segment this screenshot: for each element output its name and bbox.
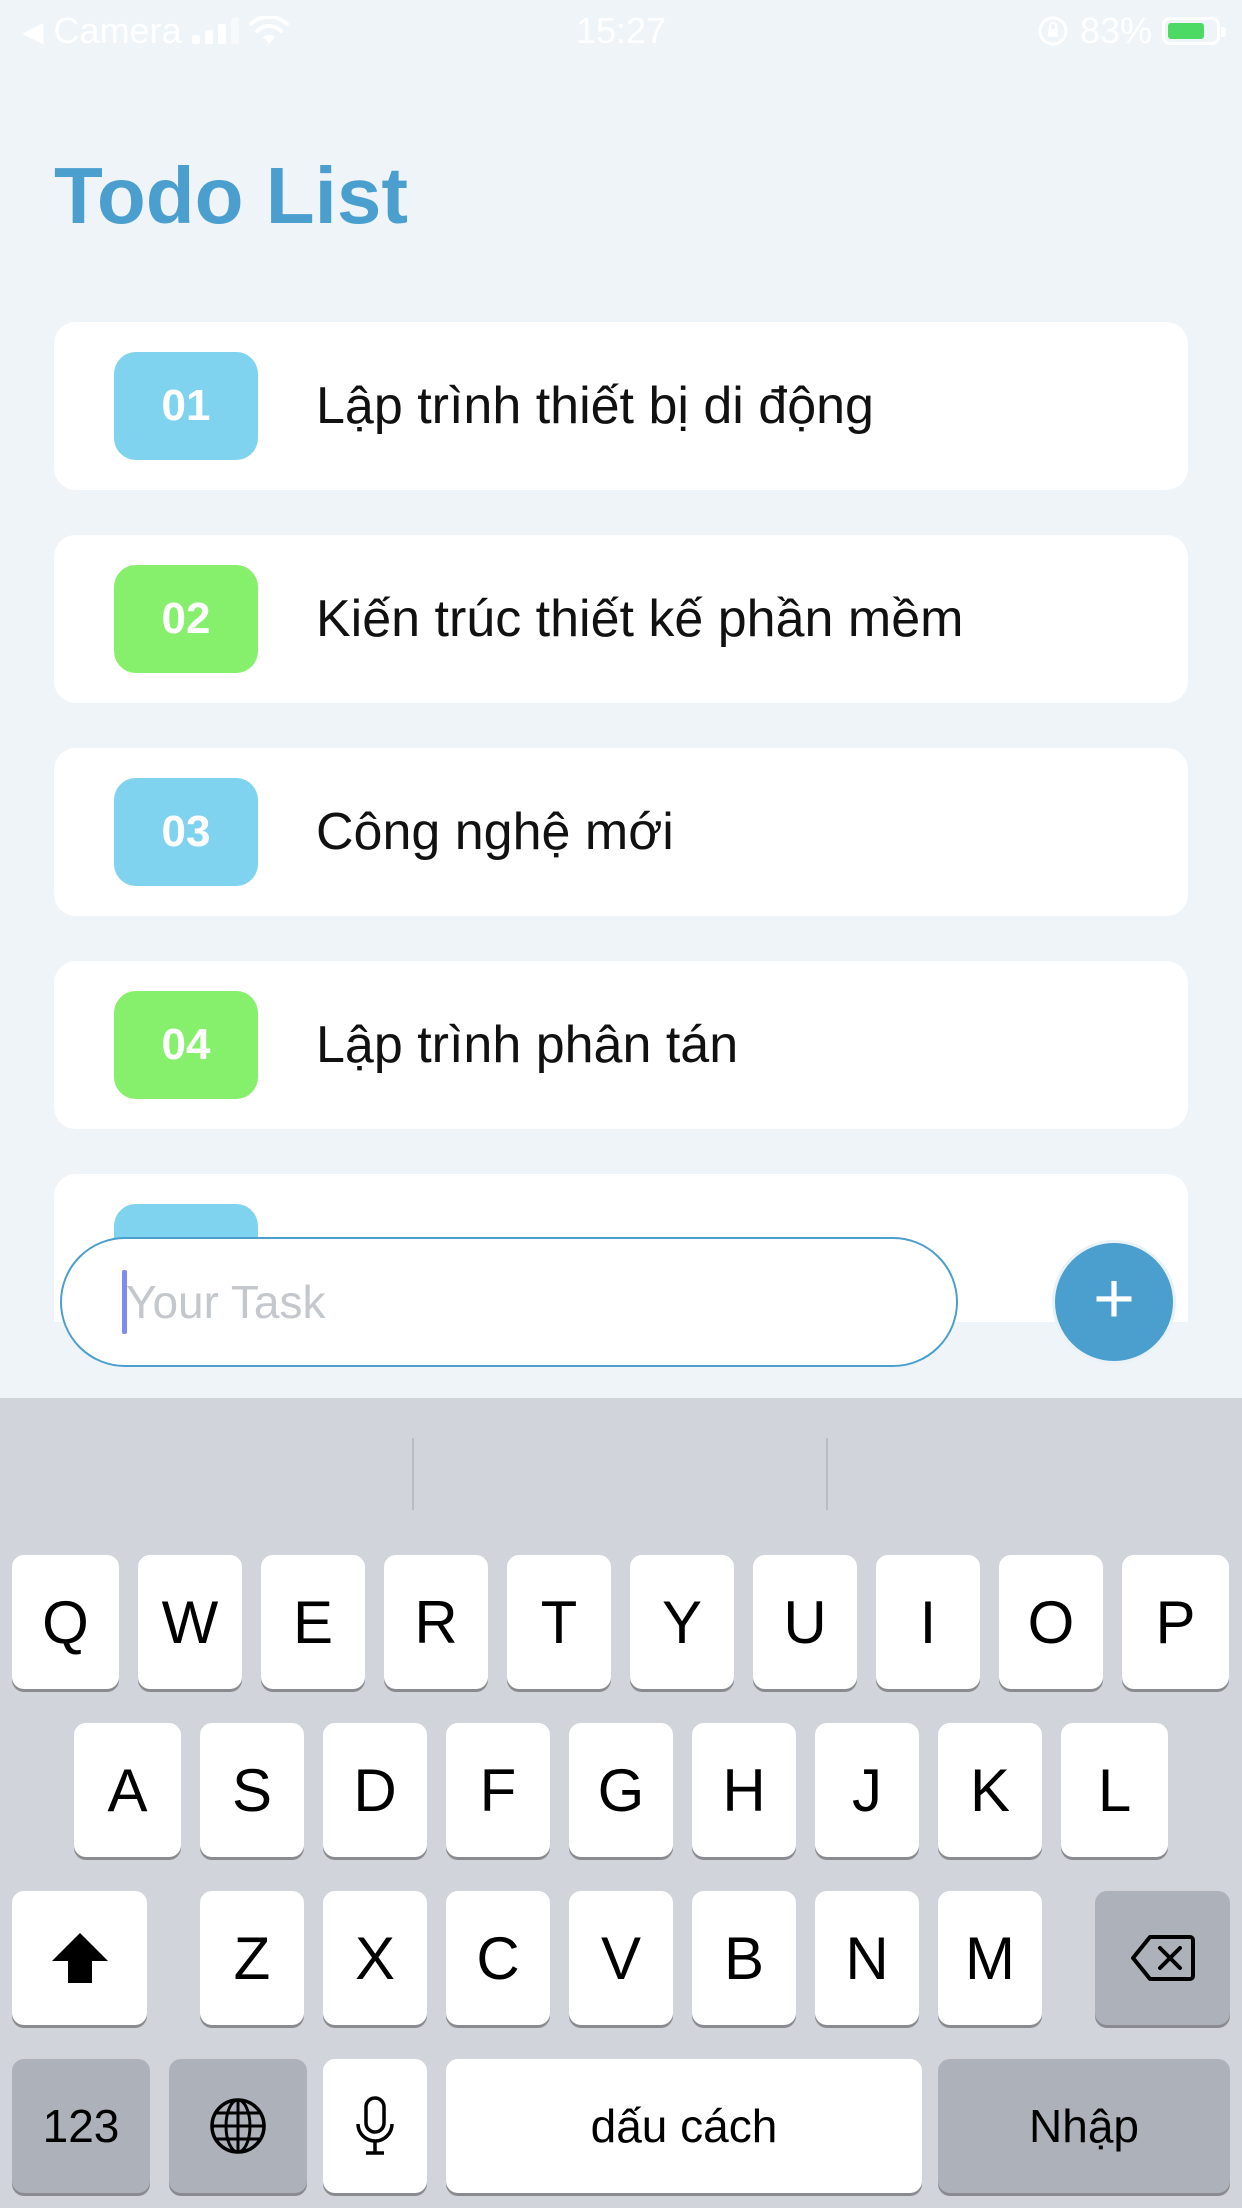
key-i[interactable]: I (876, 1555, 980, 1689)
key-h[interactable]: H (692, 1723, 796, 1857)
task-text: Lập trình thiết bị di động (316, 377, 874, 435)
key-e[interactable]: E (261, 1555, 365, 1689)
key-a[interactable]: A (74, 1723, 181, 1857)
task-text: Kiến trúc thiết kế phần mềm (316, 590, 964, 648)
key-z[interactable]: Z (200, 1891, 304, 2025)
keyboard: Q W E R T Y U I O P A S D F G H J K L Z … (0, 1398, 1242, 2208)
task-list: 01 Lập trình thiết bị di động 02 Kiến tr… (54, 322, 1188, 1322)
task-input[interactable] (60, 1237, 958, 1367)
key-q[interactable]: Q (12, 1555, 119, 1689)
key-x[interactable]: X (323, 1891, 427, 2025)
task-number-badge: 03 (114, 778, 258, 886)
task-item[interactable]: 03 Công nghệ mới (54, 748, 1188, 916)
globe-key[interactable] (169, 2059, 307, 2193)
page-title: Todo List (54, 151, 408, 240)
task-text: Công nghệ mới (316, 803, 674, 861)
key-u[interactable]: U (753, 1555, 857, 1689)
globe-icon (210, 2098, 266, 2154)
key-y[interactable]: Y (630, 1555, 734, 1689)
task-number-badge: 02 (114, 565, 258, 673)
orientation-lock-icon (1038, 16, 1068, 46)
suggestion-divider (826, 1438, 828, 1510)
status-bar: ◀ Camera 15:27 83% (0, 0, 1242, 60)
task-item[interactable]: 02 Kiến trúc thiết kế phần mềm (54, 535, 1188, 703)
battery-percent: 83% (1079, 10, 1152, 51)
task-text: Lập trình phân tán (316, 1016, 739, 1074)
key-p[interactable]: P (1122, 1555, 1229, 1689)
key-o[interactable]: O (999, 1555, 1103, 1689)
return-key[interactable]: Nhập (938, 2059, 1230, 2193)
key-b[interactable]: B (692, 1891, 796, 2025)
key-m[interactable]: M (938, 1891, 1042, 2025)
text-cursor (122, 1270, 127, 1334)
key-j[interactable]: J (815, 1723, 919, 1857)
battery-icon (1162, 17, 1226, 45)
status-right: 83% (1036, 10, 1226, 52)
key-s[interactable]: S (200, 1723, 304, 1857)
shift-icon (51, 1933, 108, 1983)
shift-key[interactable] (12, 1891, 147, 2025)
task-number-badge: 01 (114, 352, 258, 460)
backspace-key[interactable] (1095, 1891, 1230, 2025)
key-g[interactable]: G (569, 1723, 673, 1857)
key-l[interactable]: L (1061, 1723, 1168, 1857)
suggestion-divider (412, 1438, 414, 1510)
backspace-icon (1130, 1935, 1195, 1981)
task-number-badge: 04 (114, 991, 258, 1099)
space-key[interactable]: dấu cách (446, 2059, 922, 2193)
key-f[interactable]: F (446, 1723, 550, 1857)
key-w[interactable]: W (138, 1555, 242, 1689)
dictation-key[interactable] (323, 2059, 427, 2193)
key-v[interactable]: V (569, 1891, 673, 2025)
task-item[interactable]: 04 Lập trình phân tán (54, 961, 1188, 1129)
task-item[interactable]: 01 Lập trình thiết bị di động (54, 322, 1188, 490)
add-task-button[interactable]: + (1052, 1240, 1176, 1364)
key-r[interactable]: R (384, 1555, 488, 1689)
key-d[interactable]: D (323, 1723, 427, 1857)
key-n[interactable]: N (815, 1891, 919, 2025)
numbers-key[interactable]: 123 (12, 2059, 150, 2193)
key-c[interactable]: C (446, 1891, 550, 2025)
plus-icon: + (1092, 1259, 1136, 1339)
key-k[interactable]: K (938, 1723, 1042, 1857)
key-t[interactable]: T (507, 1555, 611, 1689)
microphone-icon (356, 2096, 394, 2155)
